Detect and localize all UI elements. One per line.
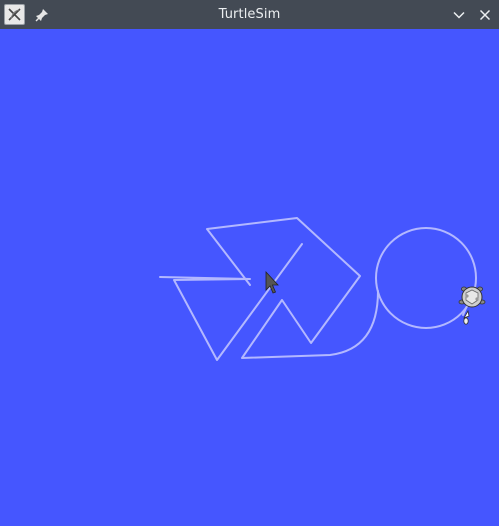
- pin-icon[interactable]: [33, 6, 50, 23]
- title-bar[interactable]: TurtleSim: [0, 0, 499, 29]
- turtlesim-app-icon[interactable]: [4, 4, 25, 25]
- pen-trail: [159, 217, 477, 361]
- close-button[interactable]: [476, 6, 493, 23]
- turtlesim-window: TurtleSim: [0, 0, 499, 526]
- turtle-icon: [458, 286, 486, 325]
- window-title: TurtleSim: [218, 7, 281, 22]
- minimize-button[interactable]: [450, 6, 467, 23]
- chevron-down-icon: [452, 11, 465, 19]
- turtle-canvas[interactable]: [0, 29, 499, 526]
- titlebar-left-controls: [4, 4, 50, 25]
- close-icon: [479, 9, 490, 20]
- titlebar-right-controls: [450, 6, 493, 23]
